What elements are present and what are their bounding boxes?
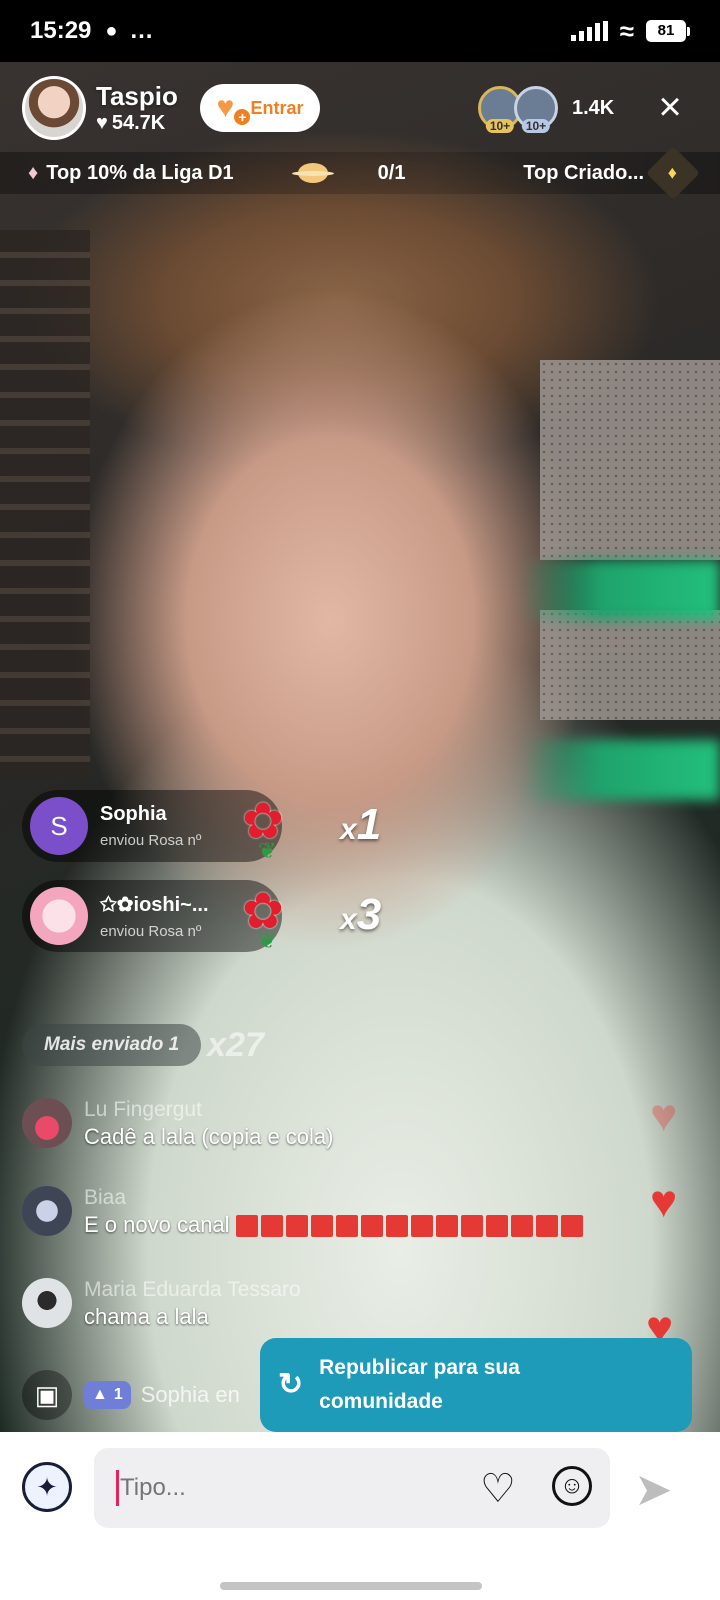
battery-level: 81 [646, 20, 686, 42]
chat-username[interactable]: Lu Fingergut [84, 1098, 333, 1122]
green-light [520, 740, 720, 800]
planet-icon [291, 163, 334, 183]
close-icon[interactable]: × [652, 87, 688, 127]
more-notifications-icon: … [129, 17, 154, 44]
gift-user-avatar[interactable]: S [30, 797, 88, 855]
text-cursor [116, 1470, 119, 1506]
level-badge: ▲ 1 [84, 1381, 131, 1409]
top-viewers[interactable]: 10+ 10+ 1.4K [478, 86, 614, 133]
viewer-count[interactable]: 1.4K [572, 97, 614, 120]
host-profile[interactable]: Taspio ♥ 54.7K [22, 76, 178, 140]
chat-avatar[interactable] [22, 1098, 72, 1148]
comment-field[interactable]: ♡ ☺ [94, 1448, 610, 1528]
signal-icon [570, 21, 608, 41]
gift-combo: x1 [340, 800, 382, 849]
host-likes-count: 54.7K [111, 112, 166, 134]
viewer-badge: 10+ [521, 119, 551, 133]
acoustic-panel [540, 610, 720, 720]
bottom-activity-row: ▣ ▲ 1 Sophia en [22, 1370, 240, 1420]
chat-avatar[interactable] [22, 1186, 72, 1236]
chat-message[interactable]: Lu Fingergut Cadê a lala (copia e cola) [22, 1098, 333, 1150]
chat-message[interactable]: Biaa E o novo canal [22, 1186, 583, 1238]
send-icon[interactable]: ➤ [634, 1462, 673, 1516]
chat-text: chama a lala [84, 1304, 209, 1329]
red-square-emojis [235, 1215, 583, 1238]
gift-user-avatar[interactable] [30, 887, 88, 945]
gift-description: enviou Rosa nº [100, 923, 202, 940]
gift-description: enviou Rosa nº [100, 832, 202, 849]
heart-icon: ♥ [96, 112, 108, 134]
activity-text: Sophia en [140, 1382, 240, 1407]
most-sent-count: x27 [207, 1025, 264, 1064]
gift-user-name: ✩✿ioshi~... [100, 894, 209, 916]
gift-combo: x3 [340, 890, 382, 939]
chat-username[interactable]: Maria Eduarda Tessaro [84, 1278, 301, 1302]
gift-user-name: Sophia [100, 803, 167, 825]
repost-tooltip[interactable]: ↻ Republicar para sua comunidade [260, 1338, 692, 1444]
chat-text: Cadê a lala (copia e cola) [84, 1124, 334, 1149]
join-label: Entrar [250, 97, 304, 118]
leaf-icon: ❦ [258, 928, 277, 953]
comment-input[interactable] [120, 1468, 450, 1508]
chat-message[interactable]: Maria Eduarda Tessaro chama a lala [22, 1278, 301, 1330]
green-light [520, 560, 720, 620]
status-bar: 15:29 ● … ≈ 81 [0, 0, 720, 62]
diamond-icon: ♦ [28, 161, 39, 184]
viewer-badge: 10+ [485, 119, 515, 133]
repost-icon: ↻ [278, 1368, 304, 1401]
gift-notification: S Sophia enviou Rosa nº ✿ ❦ x1 [22, 790, 381, 863]
leaf-icon: ❦ [258, 838, 277, 863]
repost-line-2: comunidade [319, 1390, 443, 1413]
most-sent-banner: Mais enviado 1 x27 [22, 1024, 264, 1066]
wifi-icon: ≈ [619, 15, 634, 46]
wall-panel [0, 230, 90, 780]
host-name: Taspio [96, 81, 178, 111]
most-sent-label: Mais enviado 1 [22, 1024, 202, 1066]
gift-notification: ✩✿ioshi~... enviou Rosa nº ✿ ❦ x3 [22, 880, 381, 953]
chat-avatar[interactable] [22, 1278, 72, 1328]
chat-username[interactable]: Biaa [84, 1186, 583, 1210]
viewer-avatar[interactable]: 10+ [514, 86, 558, 133]
floating-heart-icon: ♥ [650, 1175, 678, 1227]
home-indicator[interactable] [220, 1582, 482, 1590]
fan-heart-icon: ♥ + [216, 93, 251, 125]
crown-diamond-icon[interactable]: ♦ [646, 146, 700, 200]
bottom-bar: ✦ ♡ ☺ ➤ [0, 1432, 720, 1600]
level-arrow-icon: ▲ [92, 1386, 108, 1403]
level-number: 1 [113, 1386, 123, 1403]
repost-line-1: Republicar para sua [319, 1356, 520, 1379]
league-progress: 0/1 [377, 161, 406, 184]
emoji-icon[interactable]: ☺ [552, 1466, 592, 1506]
floating-heart-icon: ♥ [650, 1089, 678, 1141]
chat-bubble-icon: ● [105, 19, 118, 42]
top-creators-link[interactable]: Top Criado... [523, 162, 644, 185]
sparkle-icon[interactable]: ✦ [22, 1462, 72, 1512]
join-fan-club-button[interactable]: ♥ + Entrar [200, 84, 320, 132]
acoustic-panel [540, 360, 720, 560]
live-video-background [0, 0, 720, 1462]
chat-text-row: E o novo canal [84, 1212, 583, 1238]
chat-text: E o novo canal [84, 1212, 230, 1237]
heart-outline-icon[interactable]: ♡ [480, 1466, 516, 1512]
league-bar[interactable]: ♦ Top 10% da Liga D1 0/1 Top Criado... ♦ [0, 146, 720, 200]
host-avatar[interactable] [22, 76, 86, 140]
gift-box-icon[interactable]: ▣ [22, 1370, 72, 1420]
league-rank[interactable]: Top 10% da Liga D1 [46, 162, 233, 185]
status-time: 15:29 [30, 17, 92, 44]
battery-icon: 81 [646, 20, 690, 42]
